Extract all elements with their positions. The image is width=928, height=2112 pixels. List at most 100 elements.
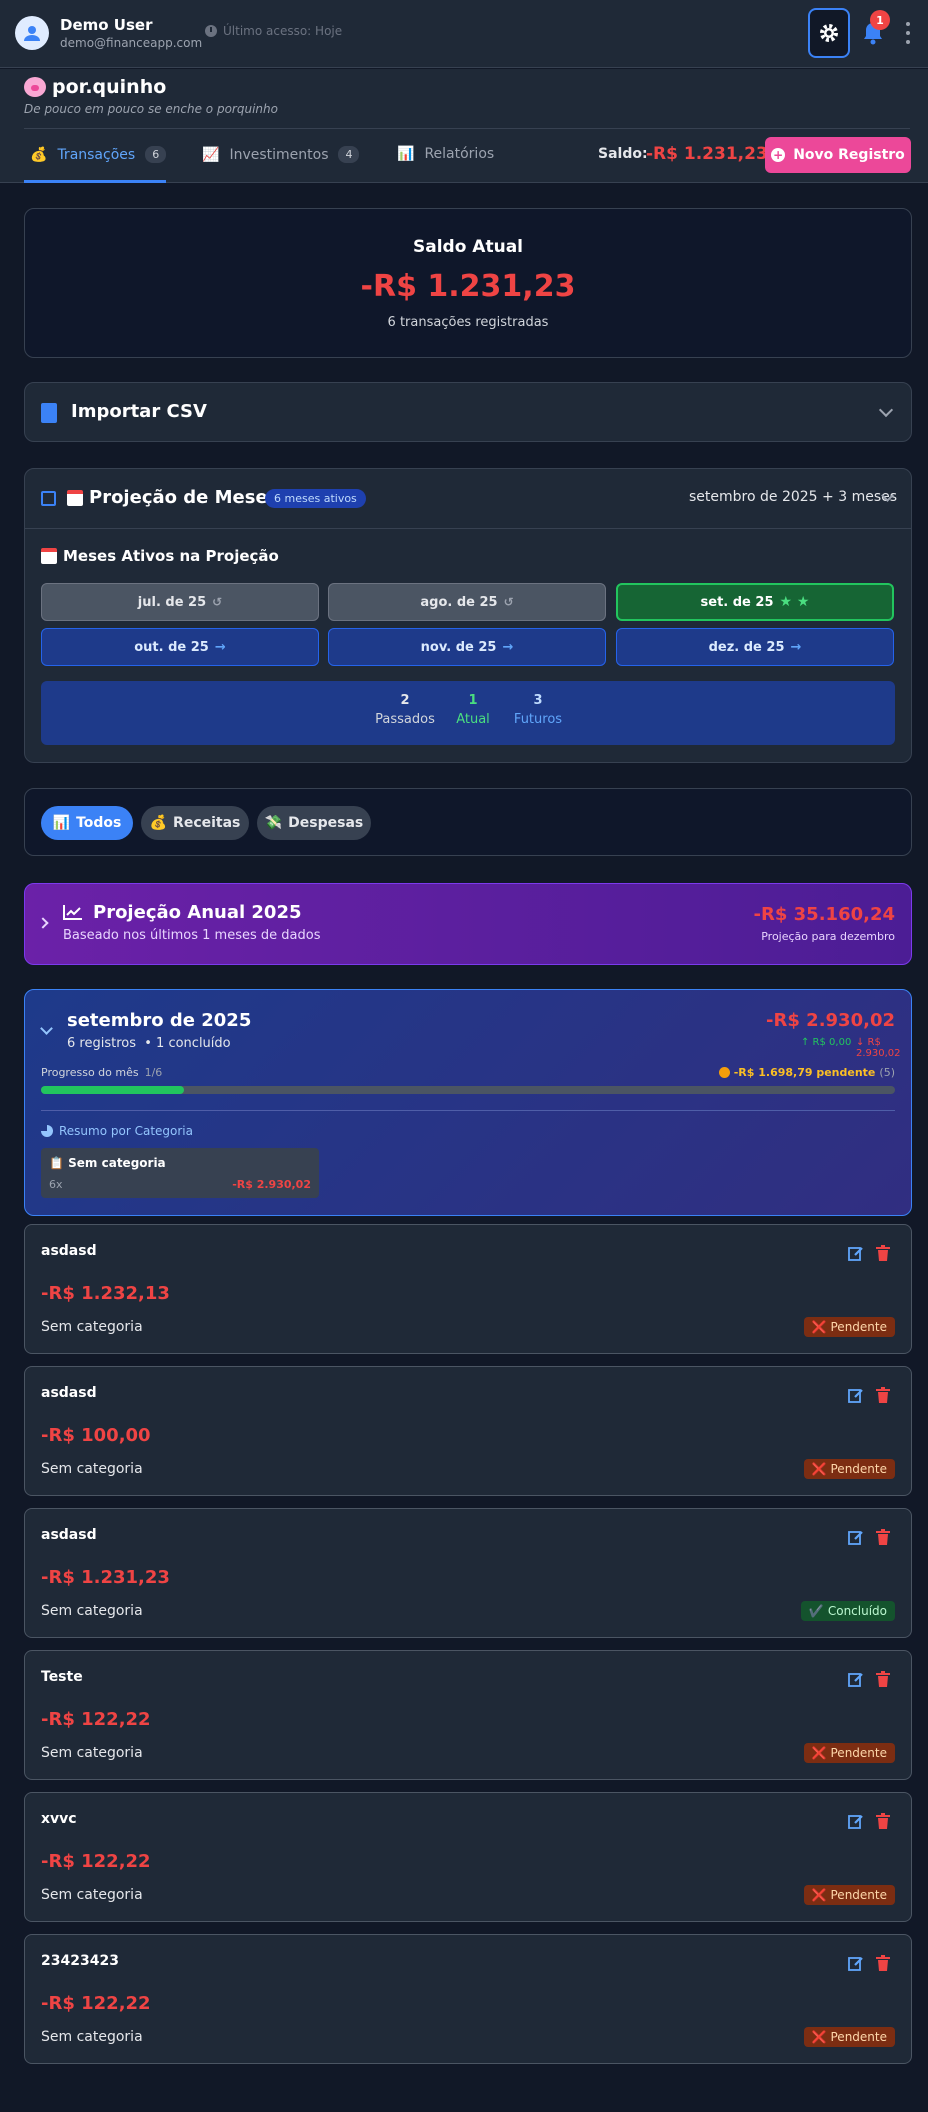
edit-icon[interactable] — [848, 1955, 864, 1971]
transaction-name: asdasd — [41, 1385, 97, 1401]
month-label: ago. de 25 — [420, 594, 498, 610]
edit-icon[interactable] — [848, 1671, 864, 1687]
month-label: dez. de 25 — [708, 639, 785, 655]
chevron-right-icon[interactable] — [37, 917, 49, 929]
gear-icon — [820, 24, 838, 42]
tab-transacoes[interactable]: 💰 Transações 6 — [30, 146, 167, 163]
cross-icon: ❌ — [811, 1462, 827, 1476]
filter-receitas[interactable]: 💰 Receitas — [141, 806, 249, 840]
month-button-set[interactable]: set. de 25 ★ ★ — [616, 583, 894, 621]
import-csv-panel[interactable]: Importar CSV — [24, 382, 912, 442]
projection-panel: Projeção de Meses 6 meses ativos setembr… — [24, 468, 912, 763]
trash-icon[interactable] — [876, 1813, 890, 1829]
notification-badge: 1 — [870, 10, 890, 30]
transaction-card[interactable]: 23423423 -R$ 122,22 Sem categoria ❌ Pendente — [24, 1934, 912, 2064]
transaction-name: xvvc — [41, 1811, 77, 1827]
plus-icon: + — [771, 148, 786, 162]
history-icon: ↺ — [503, 595, 514, 609]
transaction-category: Sem categoria — [41, 1461, 143, 1477]
last-access-text: Último acesso: Hoje — [223, 24, 343, 38]
stat-futuros: 3 Futuros — [513, 693, 563, 727]
last-access: Último acesso: Hoje — [205, 24, 342, 38]
month-expense: ↓ R$ 2.930,02 — [856, 1037, 901, 1059]
tab-relatorios[interactable]: 📊 Relatórios — [397, 146, 494, 162]
clock-icon — [205, 25, 217, 37]
transaction-amount: -R$ 1.231,23 — [41, 1567, 170, 1588]
transaction-card[interactable]: xvvc -R$ 122,22 Sem categoria ❌ Pendente — [24, 1792, 912, 1922]
status-badge: ❌ Pendente — [803, 1743, 895, 1763]
status-badge: ❌ Pendente — [803, 1459, 895, 1479]
month-total: -R$ 2.930,02 — [766, 1010, 895, 1031]
month-label: jul. de 25 — [137, 594, 207, 610]
check-icon: ✔️ — [808, 1604, 824, 1618]
calendar-emoji-icon — [41, 548, 57, 564]
category-name: 📋 Sem categoria — [49, 1156, 166, 1170]
transaction-amount: -R$ 122,22 — [41, 1993, 151, 2014]
active-months-title: Meses Ativos na Projeção — [41, 547, 279, 565]
month-button-out[interactable]: out. de 25 → — [41, 628, 319, 666]
new-record-label: Novo Registro — [793, 147, 905, 163]
csv-file-icon — [41, 403, 57, 423]
trash-icon[interactable] — [876, 1529, 890, 1545]
money-bag-icon: 💰 — [149, 815, 168, 831]
saldo-title: Saldo Atual — [413, 237, 523, 257]
trash-icon[interactable] — [876, 1245, 890, 1261]
divider — [41, 1110, 895, 1111]
saldo-card: Saldo Atual -R$ 1.231,23 6 transações re… — [24, 208, 912, 358]
projection-header[interactable]: Projeção de Meses 6 meses ativos setembr… — [25, 469, 911, 529]
edit-icon[interactable] — [848, 1529, 864, 1545]
chevron-down-icon[interactable] — [40, 1022, 53, 1035]
trash-icon[interactable] — [876, 1955, 890, 1971]
arrow-right-icon: → — [214, 639, 226, 655]
edit-icon[interactable] — [848, 1813, 864, 1829]
month-button-nov[interactable]: nov. de 25 → — [328, 628, 606, 666]
tab-label: Relatórios — [424, 146, 495, 162]
transaction-category: Sem categoria — [41, 1319, 143, 1335]
edit-icon[interactable] — [848, 1387, 864, 1403]
brand: por.quinho — [24, 76, 166, 98]
transaction-name: asdasd — [41, 1243, 97, 1259]
progress-count: 1/6 — [144, 1066, 163, 1079]
user-email: demo@financeapp.com — [60, 36, 203, 50]
annual-projection-card[interactable]: Projeção Anual 2025 Baseado nos últimos … — [24, 883, 912, 965]
transaction-card[interactable]: asdasd -R$ 1.232,13 Sem categoria ❌ Pendente — [24, 1224, 912, 1354]
arrow-right-icon: → — [790, 639, 802, 655]
bar-chart-icon: 📊 — [397, 146, 415, 162]
projection-range: setembro de 2025 + 3 meses — [689, 489, 898, 505]
projection-stats: 2 Passados 1 Atual 3 Futuros — [41, 681, 895, 745]
annual-value-label: Projeção para dezembro — [761, 930, 895, 943]
tab-investimentos[interactable]: 📈 Investimentos 4 — [202, 146, 360, 163]
tab-count: 4 — [338, 146, 360, 163]
transaction-card[interactable]: asdasd -R$ 100,00 Sem categoria ❌ Pendente — [24, 1366, 912, 1496]
filter-todos[interactable]: 📊 Todos — [41, 806, 133, 840]
month-button-jul[interactable]: jul. de 25 ↺ — [41, 583, 319, 621]
month-label: set. de 25 — [700, 594, 774, 610]
edit-icon[interactable] — [848, 1245, 864, 1261]
settings-button[interactable] — [808, 8, 850, 58]
saldo-subtitle: 6 transações registradas — [387, 315, 549, 330]
transaction-category: Sem categoria — [41, 1745, 143, 1761]
category-summary-item: 📋 Sem categoria 6x -R$ 2.930,02 — [41, 1148, 319, 1198]
cross-icon: ❌ — [811, 1746, 827, 1760]
chevron-down-icon[interactable] — [878, 402, 894, 418]
new-record-button[interactable]: + Novo Registro — [765, 137, 911, 173]
pie-chart-icon — [41, 1125, 53, 1137]
month-button-dez[interactable]: dez. de 25 → — [616, 628, 894, 666]
transaction-card[interactable]: asdasd -R$ 1.231,23 Sem categoria ✔️ Concluí… — [24, 1508, 912, 1638]
projection-title-text: Projeção de Meses — [89, 487, 279, 508]
month-counts: 6 registros • 1 concluído — [67, 1036, 231, 1051]
status-badge: ❌ Pendente — [803, 1317, 895, 1337]
filter-despesas[interactable]: 💸 Despesas — [257, 806, 371, 840]
progress-fill — [41, 1086, 184, 1094]
user-avatar-icon[interactable] — [15, 16, 49, 50]
pig-icon — [24, 77, 46, 97]
category-summary-title: Resumo por Categoria — [41, 1124, 193, 1138]
month-button-ago[interactable]: ago. de 25 ↺ — [328, 583, 606, 621]
trash-icon[interactable] — [876, 1671, 890, 1687]
transaction-amount: -R$ 122,22 — [41, 1851, 151, 1872]
transaction-card[interactable]: Teste -R$ 122,22 Sem categoria ❌ Pendente — [24, 1650, 912, 1780]
cross-icon: ❌ — [811, 2030, 827, 2044]
trash-icon[interactable] — [876, 1387, 890, 1403]
stat-atual: 1 Atual — [456, 693, 490, 727]
more-menu-icon[interactable] — [905, 22, 911, 44]
